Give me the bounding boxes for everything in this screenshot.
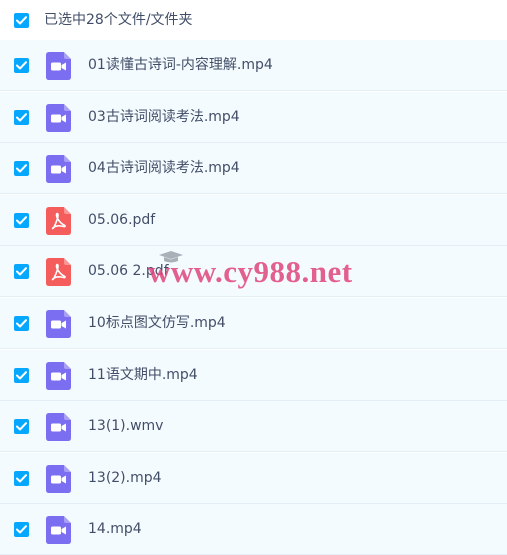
file-row[interactable]: 01读懂古诗词-内容理解.mp4 — [0, 40, 507, 91]
check-icon — [16, 422, 27, 431]
selection-count-text: 已选中28个文件/文件夹 — [44, 12, 193, 28]
video-file-icon — [46, 465, 71, 493]
file-name[interactable]: 03古诗词阅读考法.mp4 — [88, 108, 240, 127]
file-checkbox[interactable] — [14, 161, 29, 176]
file-row[interactable]: 05.06 2.pdf — [0, 246, 507, 297]
file-checkbox[interactable] — [14, 264, 29, 279]
video-file-icon — [46, 52, 71, 80]
file-checkbox[interactable] — [14, 419, 29, 434]
file-checkbox[interactable] — [14, 316, 29, 331]
file-name[interactable]: 04古诗词阅读考法.mp4 — [88, 159, 240, 178]
file-row[interactable]: 13(2).mp4 — [0, 453, 507, 504]
file-name[interactable]: 01读懂古诗词-内容理解.mp4 — [88, 56, 273, 75]
check-icon — [16, 525, 27, 534]
file-name[interactable]: 05.06.pdf — [88, 211, 155, 230]
file-row[interactable]: 13(1).wmv — [0, 401, 507, 452]
file-checkbox[interactable] — [14, 471, 29, 486]
file-row[interactable]: 05.06.pdf — [0, 195, 507, 246]
video-file-icon — [46, 362, 71, 390]
pdf-file-icon — [46, 258, 71, 286]
file-name[interactable]: 13(2).mp4 — [88, 469, 162, 488]
file-checkbox[interactable] — [14, 58, 29, 73]
file-row[interactable]: 10标点图文仿写.mp4 — [0, 298, 507, 349]
selection-header: 已选中28个文件/文件夹 — [0, 0, 507, 40]
file-row[interactable]: 11语文期中.mp4 — [0, 350, 507, 401]
file-checkbox[interactable] — [14, 368, 29, 383]
check-icon — [16, 216, 27, 225]
check-icon — [16, 267, 27, 276]
check-icon — [16, 371, 27, 380]
video-file-icon — [46, 310, 71, 338]
file-checkbox[interactable] — [14, 110, 29, 125]
video-file-icon — [46, 104, 71, 132]
file-checkbox[interactable] — [14, 213, 29, 228]
file-checkbox[interactable] — [14, 522, 29, 537]
pdf-file-icon — [46, 207, 71, 235]
file-row[interactable]: 04古诗词阅读考法.mp4 — [0, 143, 507, 194]
file-name[interactable]: 13(1).wmv — [88, 417, 163, 436]
file-row[interactable]: 14.mp4 — [0, 504, 507, 555]
check-icon — [16, 319, 27, 328]
check-icon — [16, 61, 27, 70]
file-name[interactable]: 14.mp4 — [88, 520, 142, 539]
file-name[interactable]: 11语文期中.mp4 — [88, 366, 198, 385]
check-icon — [16, 474, 27, 483]
file-name[interactable]: 05.06 2.pdf — [88, 262, 169, 281]
video-file-icon — [46, 413, 71, 441]
check-icon — [16, 16, 27, 25]
file-name[interactable]: 10标点图文仿写.mp4 — [88, 314, 226, 333]
video-file-icon — [46, 516, 71, 544]
file-row[interactable]: 03古诗词阅读考法.mp4 — [0, 92, 507, 143]
select-all-checkbox[interactable] — [14, 13, 29, 28]
video-file-icon — [46, 155, 71, 183]
check-icon — [16, 113, 27, 122]
check-icon — [16, 164, 27, 173]
